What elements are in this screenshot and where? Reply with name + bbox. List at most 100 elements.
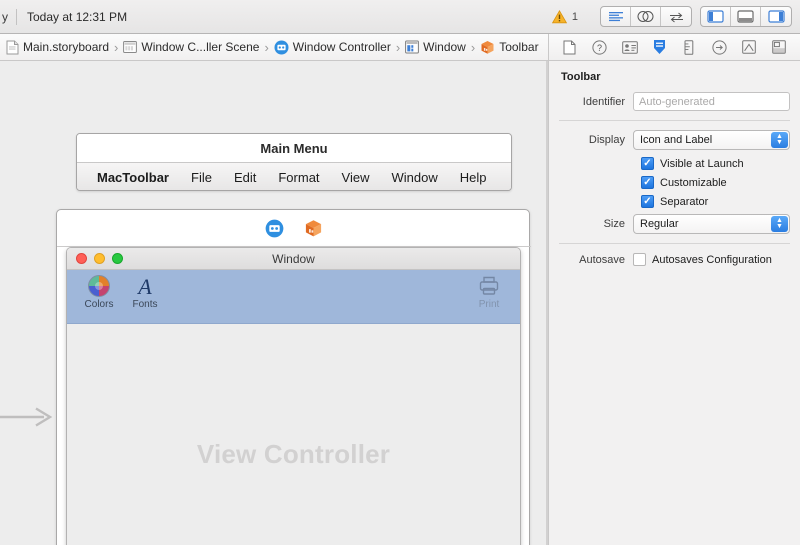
menu-item-window[interactable]: Window bbox=[391, 170, 437, 185]
separator-checkbox[interactable]: ✓ bbox=[641, 195, 654, 208]
inspector-divider bbox=[559, 243, 790, 244]
checkmark-icon: ✓ bbox=[643, 176, 652, 188]
size-label: Size bbox=[603, 218, 625, 230]
identifier-input[interactable]: Auto-generated bbox=[633, 92, 790, 111]
document-icon bbox=[563, 40, 576, 54]
warning-triangle-icon bbox=[551, 9, 567, 23]
menu-item-edit[interactable]: Edit bbox=[234, 170, 256, 185]
menu-item-help[interactable]: Help bbox=[460, 170, 487, 185]
autosave-row: Autosave Autosaves Configuration bbox=[559, 253, 790, 266]
chevron-updown-icon: ▲ ▼ bbox=[771, 216, 788, 232]
breadcrumb-label: Main.storyboard bbox=[23, 40, 110, 54]
menu-item-view[interactable]: View bbox=[342, 170, 370, 185]
toolbar-item-fonts[interactable]: A Fonts bbox=[122, 274, 168, 310]
document-icon bbox=[6, 40, 19, 54]
chevron-updown-icon: ▲ ▼ bbox=[771, 132, 788, 148]
window-controller-icon[interactable] bbox=[265, 219, 284, 238]
standard-editor-button[interactable] bbox=[601, 7, 631, 26]
view-effects-inspector-tab[interactable] bbox=[768, 37, 790, 57]
version-editor-button[interactable] bbox=[661, 7, 691, 26]
breadcrumb: Main.storyboard › Window C...ller Scene … bbox=[0, 34, 548, 61]
identifier-row: Identifier Auto-generated bbox=[559, 92, 790, 111]
window-content-view[interactable]: View Controller bbox=[67, 324, 520, 545]
warning-count: 1 bbox=[571, 10, 578, 23]
breadcrumb-separator: › bbox=[264, 39, 269, 55]
left-panel-icon bbox=[707, 10, 724, 23]
window-controller-scene[interactable]: Window Colors A Fonts Print View Control… bbox=[56, 209, 531, 545]
ruler-icon bbox=[684, 39, 694, 55]
identifier-placeholder: Auto-generated bbox=[639, 95, 715, 108]
window-preview[interactable]: Window Colors A Fonts Print View Control… bbox=[66, 247, 521, 545]
storyboard-canvas[interactable]: Main Menu MacToolbar File Edit Format Vi… bbox=[0, 61, 548, 545]
inspector-tab-bar: ? bbox=[549, 34, 800, 61]
main-toolbar: y Today at 12:31 PM 1 bbox=[0, 0, 800, 34]
question-circle-icon: ? bbox=[592, 39, 607, 55]
visible-at-launch-label: Visible at Launch bbox=[660, 157, 744, 170]
breadcrumb-item-storyboard[interactable]: Main.storyboard bbox=[6, 40, 109, 55]
toolbar-item-print[interactable]: Print bbox=[466, 274, 512, 310]
window-toolbar-selected[interactable]: Colors A Fonts Print bbox=[67, 270, 520, 324]
utilities-inspector-panel: ? Toolbar Identifier Auto-generated Disp… bbox=[548, 34, 800, 545]
menu-item-file[interactable]: File bbox=[191, 170, 212, 185]
connections-inspector-tab[interactable] bbox=[708, 37, 730, 57]
breadcrumb-item-toolbar[interactable]: Toolbar bbox=[480, 40, 539, 55]
window-controller-icon bbox=[274, 40, 289, 54]
visible-at-launch-row[interactable]: ✓ Visible at Launch bbox=[559, 157, 790, 170]
customizable-checkbox[interactable]: ✓ bbox=[641, 176, 654, 189]
attributes-inspector-tab[interactable] bbox=[649, 37, 671, 57]
main-menu-object[interactable]: Main Menu MacToolbar File Edit Format Vi… bbox=[76, 133, 512, 191]
menu-item-app[interactable]: MacToolbar bbox=[97, 170, 169, 185]
scene-icon bbox=[123, 41, 138, 53]
file-inspector-tab[interactable] bbox=[559, 37, 581, 57]
printer-icon bbox=[479, 276, 499, 295]
toggle-navigator-button[interactable] bbox=[701, 7, 731, 26]
breadcrumb-item-scene[interactable]: Window C...ller Scene bbox=[123, 40, 259, 54]
toolbar-cube-icon[interactable] bbox=[304, 219, 323, 238]
toolbar-item-colors[interactable]: Colors bbox=[76, 274, 122, 310]
customizable-row[interactable]: ✓ Customizable bbox=[559, 176, 790, 189]
arrow-circle-icon bbox=[712, 39, 727, 55]
two-arrows-icon bbox=[669, 12, 683, 22]
breadcrumb-label: Window C...ller Scene bbox=[141, 40, 260, 54]
assistant-editor-button[interactable] bbox=[631, 7, 661, 26]
toolbar-item-label: Fonts bbox=[132, 299, 158, 310]
breadcrumb-item-window[interactable]: Window bbox=[405, 40, 466, 54]
scene-dock bbox=[57, 210, 531, 246]
menu-item-format[interactable]: Format bbox=[278, 170, 319, 185]
bindings-icon bbox=[742, 40, 756, 54]
window-titlebar: Window bbox=[67, 248, 520, 270]
size-popup-button[interactable]: Regular ▲ ▼ bbox=[633, 214, 790, 234]
display-popup-button[interactable]: Icon and Label ▲ ▼ bbox=[633, 130, 790, 150]
visible-at-launch-checkbox[interactable]: ✓ bbox=[641, 157, 654, 170]
right-panel-icon bbox=[767, 10, 785, 23]
quick-help-inspector-tab[interactable]: ? bbox=[589, 37, 611, 57]
autosaves-configuration-checkbox[interactable] bbox=[633, 253, 646, 266]
separator-row[interactable]: ✓ Separator bbox=[559, 195, 790, 208]
main-menu-title: Main Menu bbox=[77, 134, 511, 162]
toolbar-divider bbox=[16, 8, 17, 25]
size-inspector-tab[interactable] bbox=[678, 37, 700, 57]
customizable-label: Customizable bbox=[660, 176, 727, 189]
color-wheel-icon bbox=[88, 275, 110, 297]
identifier-label: Identifier bbox=[582, 95, 625, 108]
display-label: Display bbox=[588, 134, 625, 146]
font-a-icon: A bbox=[136, 274, 152, 298]
toggle-utilities-button[interactable] bbox=[761, 7, 791, 26]
breadcrumb-item-window-controller[interactable]: Window Controller bbox=[274, 40, 391, 55]
identity-inspector-tab[interactable] bbox=[619, 37, 641, 57]
breadcrumb-separator: › bbox=[114, 39, 119, 55]
toggle-debug-area-button[interactable] bbox=[731, 7, 761, 26]
breadcrumb-label: Window Controller bbox=[292, 40, 391, 54]
toolbar-item-label: Print bbox=[478, 299, 500, 310]
window-icon bbox=[405, 40, 420, 54]
view-layout-segmented-control bbox=[700, 6, 792, 27]
id-card-icon bbox=[621, 40, 638, 54]
autosaves-configuration-label: Autosaves Configuration bbox=[652, 253, 772, 266]
bindings-inspector-tab[interactable] bbox=[738, 37, 760, 57]
toolbar-cube-icon bbox=[481, 40, 494, 54]
toolbar-left-group: y Today at 12:31 PM bbox=[0, 8, 127, 25]
warning-indicator[interactable]: 1 bbox=[551, 9, 578, 24]
effects-icon bbox=[772, 40, 786, 54]
breadcrumb-separator: › bbox=[395, 39, 401, 55]
scheme-truncated-label[interactable]: y bbox=[2, 10, 8, 24]
